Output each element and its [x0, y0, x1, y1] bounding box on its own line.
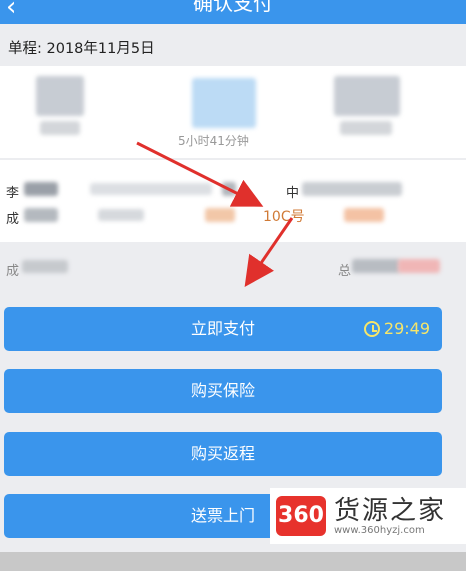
annotation-arrows — [136, 141, 294, 287]
arrow-to-seat — [136, 141, 264, 207]
arrow-to-pay — [244, 217, 294, 287]
